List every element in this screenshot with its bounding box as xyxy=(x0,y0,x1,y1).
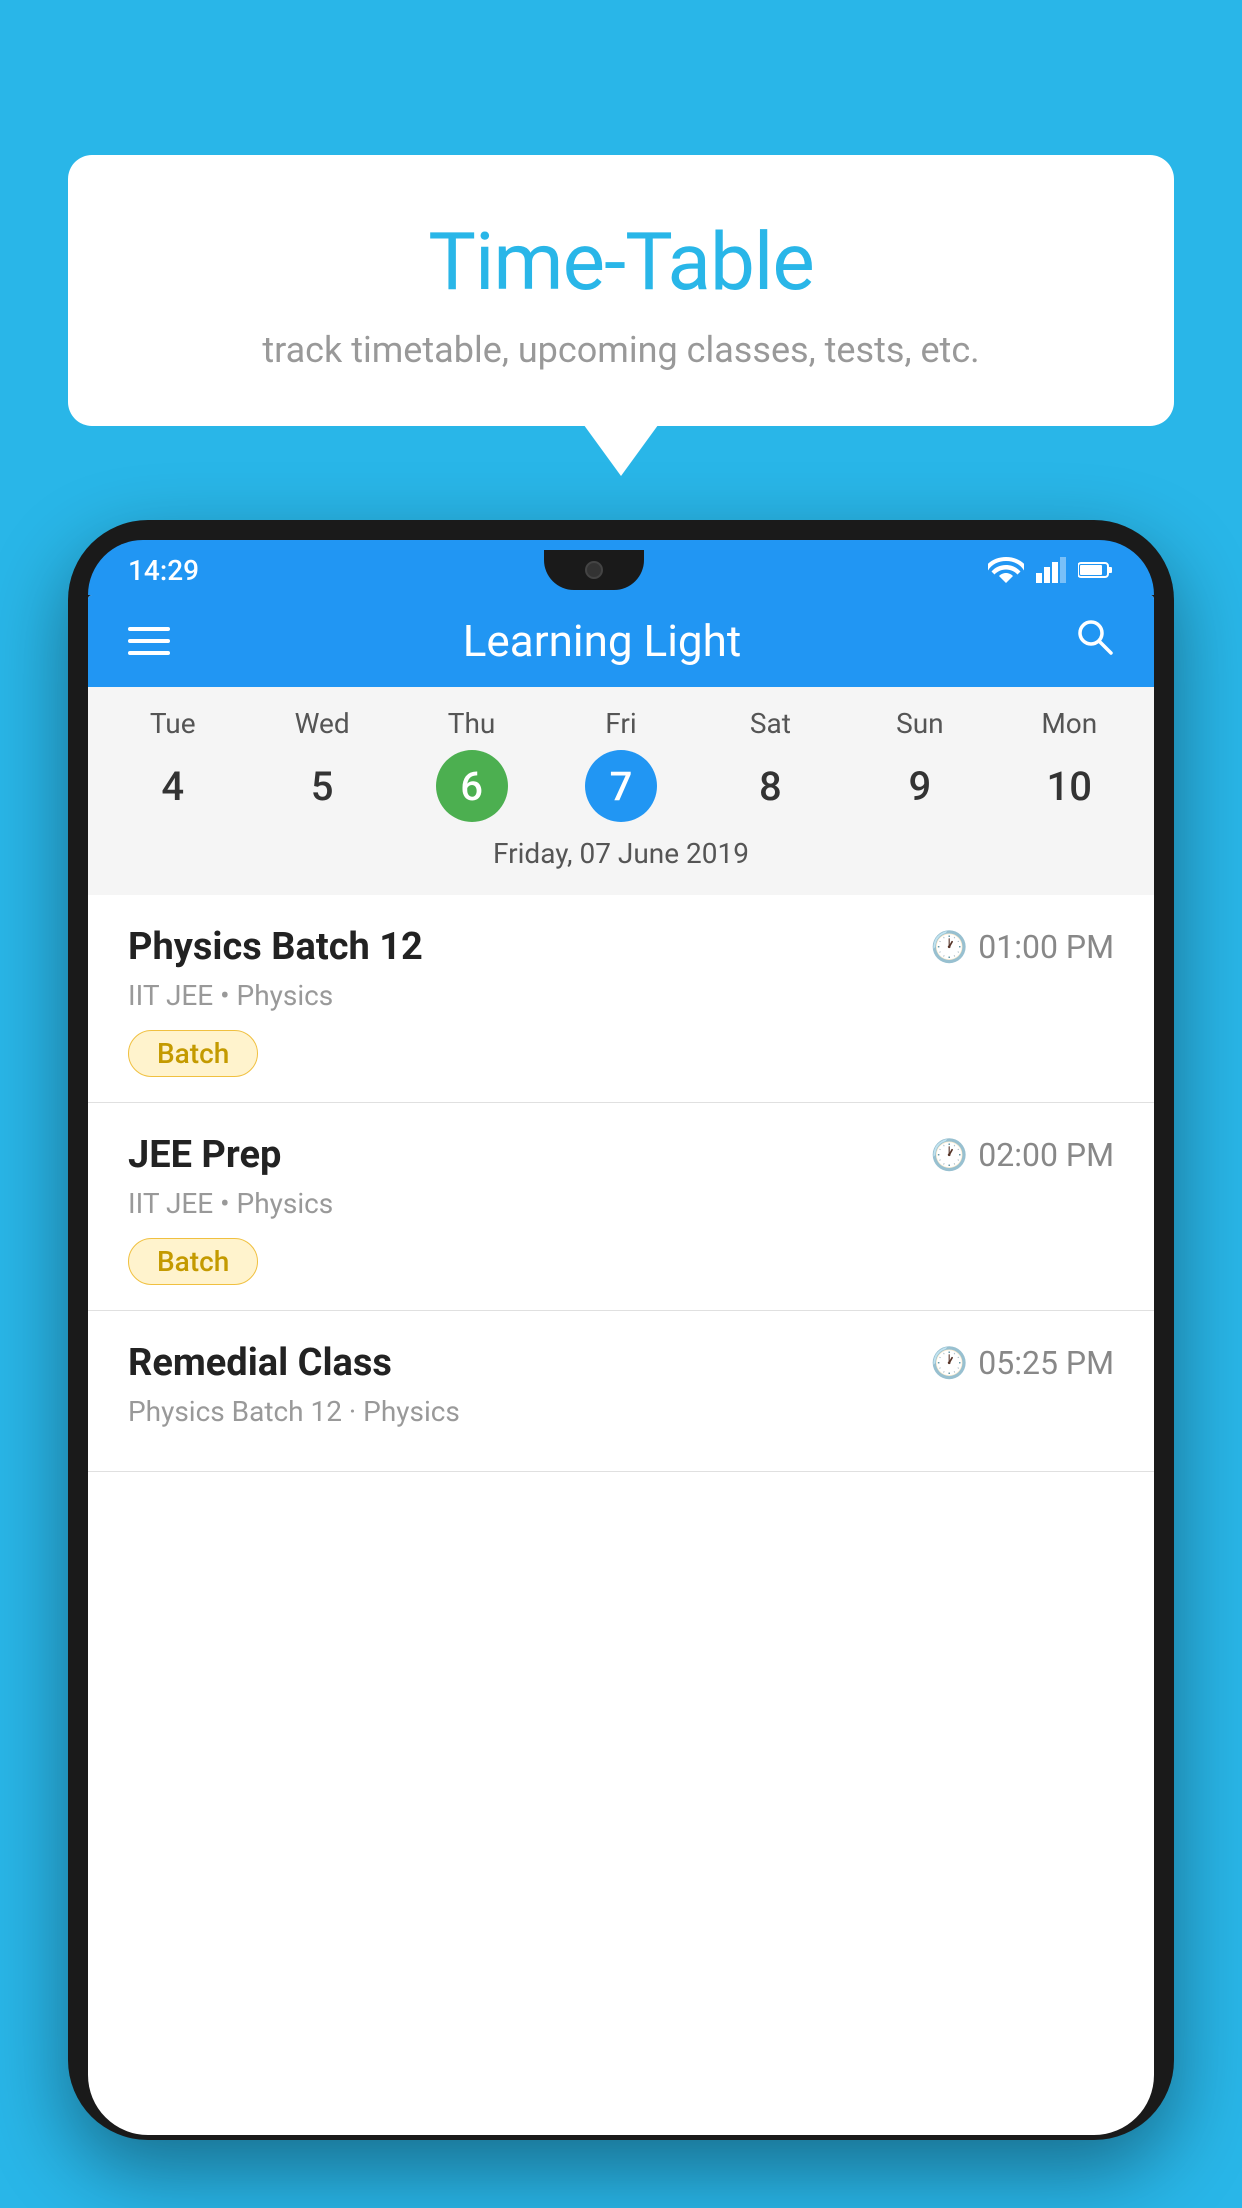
day-header-sat: Sat xyxy=(696,707,845,740)
schedule-item-time: 🕐01:00 PM xyxy=(931,928,1114,966)
day-number-8[interactable]: 8 xyxy=(734,750,806,822)
app-title-heading: Time-Table xyxy=(108,215,1134,309)
schedule-item[interactable]: Physics Batch 12 🕐01:00 PM IIT JEE • Physi… xyxy=(88,895,1154,1103)
status-bar: 14:29 xyxy=(88,540,1154,595)
batch-badge: Batch xyxy=(128,1238,258,1285)
day-number-6[interactable]: 6 xyxy=(436,750,508,822)
day-header-sun: Sun xyxy=(845,707,994,740)
speech-bubble-container: Time-Table track timetable, upcoming cla… xyxy=(68,155,1174,426)
schedule-item-name: Remedial Class xyxy=(128,1341,392,1385)
app-header-title: Learning Light xyxy=(130,615,1074,667)
day-headers: TueWedThuFriSatSunMon xyxy=(98,707,1144,740)
schedule-item-time: 🕐05:25 PM xyxy=(931,1344,1114,1382)
day-numbers: 4 5 6 7 8 9 10 xyxy=(98,750,1144,822)
speech-bubble: Time-Table track timetable, upcoming cla… xyxy=(68,155,1174,426)
schedule-item-name: JEE Prep xyxy=(128,1133,281,1177)
camera-notch xyxy=(585,561,603,579)
schedule-item-time: 🕐02:00 PM xyxy=(931,1136,1114,1174)
day-header-tue: Tue xyxy=(98,707,247,740)
status-icons xyxy=(988,557,1114,583)
day-header-wed: Wed xyxy=(247,707,396,740)
day-number-9[interactable]: 9 xyxy=(884,750,956,822)
wifi-icon xyxy=(988,557,1024,583)
schedule-item[interactable]: JEE Prep 🕐02:00 PM IIT JEE • Physics Batch xyxy=(88,1103,1154,1311)
battery-icon xyxy=(1078,560,1114,580)
day-header-thu: Thu xyxy=(397,707,546,740)
day-number-4[interactable]: 4 xyxy=(137,750,209,822)
calendar-week: TueWedThuFriSatSunMon 4 5 6 7 8 9 10 Friday, 0… xyxy=(88,687,1154,895)
day-header-fri: Fri xyxy=(546,707,695,740)
phone-screen: Learning Light TueWedThuFriSatSunMon 4 5 6… xyxy=(88,595,1154,2135)
batch-badge: Batch xyxy=(128,1030,258,1077)
notch xyxy=(544,550,644,590)
selected-date-label: Friday, 07 June 2019 xyxy=(98,837,1144,885)
day-number-7[interactable]: 7 xyxy=(585,750,657,822)
status-time: 14:29 xyxy=(128,554,199,587)
schedule-list: Physics Batch 12 🕐01:00 PM IIT JEE • Physi… xyxy=(88,895,1154,1472)
signal-icon xyxy=(1036,557,1066,583)
day-header-mon: Mon xyxy=(995,707,1144,740)
app-subtitle: track timetable, upcoming classes, tests… xyxy=(108,329,1134,371)
clock-icon: 🕐 xyxy=(931,1138,968,1173)
schedule-item-sub: IIT JEE • Physics xyxy=(128,979,1114,1012)
day-number-5[interactable]: 5 xyxy=(286,750,358,822)
schedule-item-sub: Physics Batch 12 · Physics xyxy=(128,1395,1114,1428)
day-number-10[interactable]: 10 xyxy=(1033,750,1105,822)
phone-wrapper: 14:29 xyxy=(68,520,1174,2208)
schedule-item-sub: IIT JEE • Physics xyxy=(128,1187,1114,1220)
schedule-item[interactable]: Remedial Class 🕐05:25 PM Physics Batch 12 … xyxy=(88,1311,1154,1472)
clock-icon: 🕐 xyxy=(931,1346,968,1381)
search-icon[interactable] xyxy=(1074,616,1114,666)
schedule-item-name: Physics Batch 12 xyxy=(128,925,423,969)
clock-icon: 🕐 xyxy=(931,930,968,965)
app-header: Learning Light xyxy=(88,595,1154,687)
phone-mockup: 14:29 xyxy=(68,520,1174,2140)
